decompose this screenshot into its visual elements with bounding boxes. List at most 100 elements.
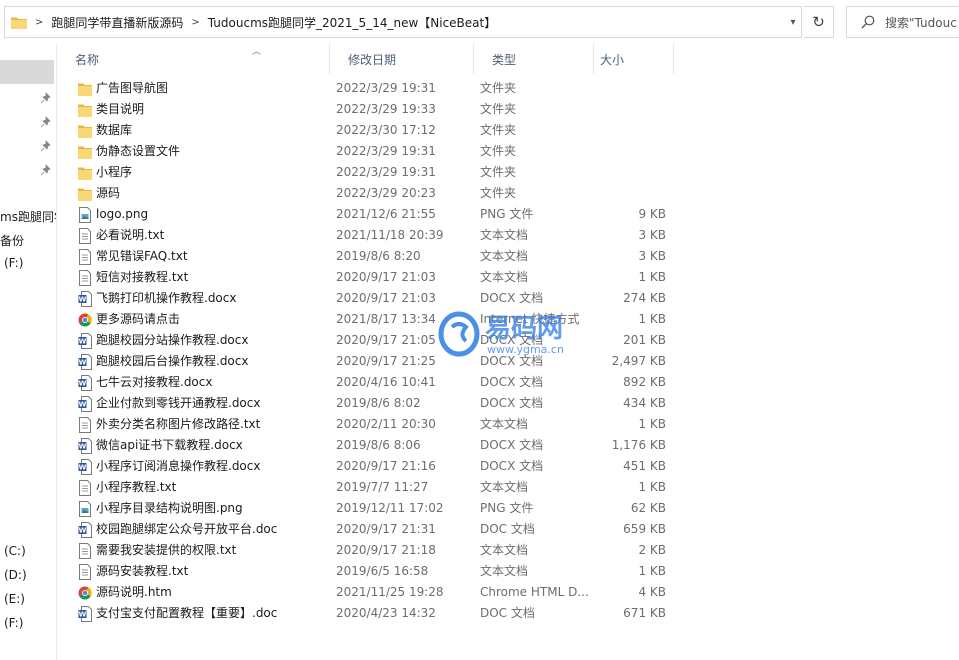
column-header-size[interactable]: 大小	[594, 44, 674, 74]
file-size: 62 KB	[630, 501, 666, 515]
nav-item-backup[interactable]: 备份	[0, 232, 24, 249]
text-file-icon	[79, 270, 91, 286]
nav-item-drive-f2[interactable]: (F:)	[4, 616, 23, 630]
file-type: DOCX 文档	[480, 438, 544, 452]
file-row[interactable]: 源码安装教程.txt 2019/6/5 16:58 文本文档 1 KB	[57, 561, 959, 582]
breadcrumb-item[interactable]: 跑腿同学带直播新版源码	[51, 14, 183, 31]
svg-text:W: W	[79, 380, 87, 388]
nav-item-drive-e[interactable]: (E:)	[4, 592, 25, 606]
file-name[interactable]: 源码安装教程.txt	[96, 561, 188, 582]
refresh-button[interactable]: ↻	[804, 6, 834, 38]
file-row[interactable]: 更多源码请点击 2021/8/17 13:34 Internet 快捷方式 1 KB	[57, 309, 959, 330]
file-size: 659 KB	[623, 522, 666, 536]
file-name[interactable]: 跑腿校园分站操作教程.docx	[96, 330, 248, 351]
file-row[interactable]: 源码说明.htm 2021/11/25 19:28 Chrome HTML D...…	[57, 582, 959, 603]
file-name[interactable]: 必看说明.txt	[96, 225, 164, 246]
file-row[interactable]: W 飞鹅打印机操作教程.docx 2020/9/17 21:03 DOCX 文档 274…	[57, 288, 959, 309]
file-row[interactable]: 类目说明 2022/3/29 19:33 文件夹	[57, 99, 959, 120]
file-row[interactable]: W 校园跑腿绑定公众号开放平台.doc 2020/9/17 21:31 DOC 文档 6…	[57, 519, 959, 540]
nav-item-folder[interactable]: ms跑腿同学	[0, 208, 56, 225]
file-row[interactable]: W 企业付款到零钱开通教程.docx 2019/8/6 8:02 DOCX 文档 434…	[57, 393, 959, 414]
file-size: 9 KB	[638, 207, 666, 221]
pin-icon[interactable]	[40, 140, 52, 152]
chevron-right-icon: >	[35, 16, 44, 28]
file-name[interactable]: 源码说明.htm	[96, 582, 172, 603]
nav-item-drive-c[interactable]: (C:)	[4, 544, 26, 558]
address-row: > 跑腿同学带直播新版源码 > Tudoucms跑腿同学_2021_5_14_n…	[0, 0, 959, 44]
text-file-icon	[79, 228, 91, 244]
svg-text:W: W	[79, 338, 87, 346]
file-name[interactable]: 微信api证书下载教程.docx	[96, 435, 243, 456]
breadcrumb-item[interactable]: Tudoucms跑腿同学_2021_5_14_new【NiceBeat】	[208, 14, 496, 31]
file-row[interactable]: 伪静态设置文件 2022/3/29 19:31 文件夹	[57, 141, 959, 162]
file-row[interactable]: W 微信api证书下载教程.docx 2019/8/6 8:06 DOCX 文档 1,1…	[57, 435, 959, 456]
file-name[interactable]: 支付宝支付配置教程【重要】.doc	[96, 603, 277, 624]
file-row[interactable]: 小程序教程.txt 2019/7/7 11:27 文本文档 1 KB	[57, 477, 959, 498]
column-header-type[interactable]: 类型	[474, 44, 594, 74]
file-type: 文本文档	[480, 564, 529, 578]
file-name[interactable]: 跑腿校园后台操作教程.docx	[96, 351, 248, 372]
file-name[interactable]: 外卖分类名称图片修改路径.txt	[96, 414, 260, 435]
file-row[interactable]: W 跑腿校园后台操作教程.docx 2020/9/17 21:25 DOCX 文档 2,…	[57, 351, 959, 372]
pin-icon[interactable]	[40, 116, 52, 128]
file-name[interactable]: logo.png	[96, 204, 148, 225]
file-date: 2019/6/5 16:58	[336, 564, 429, 578]
file-name[interactable]: 七牛云对接教程.docx	[96, 372, 212, 393]
file-row[interactable]: 常见错误FAQ.txt 2019/8/6 8:20 文本文档 3 KB	[57, 246, 959, 267]
pin-icon[interactable]	[40, 164, 52, 176]
file-name[interactable]: 伪静态设置文件	[96, 141, 180, 162]
file-row[interactable]: W 支付宝支付配置教程【重要】.doc 2020/4/23 14:32 DOC 文档 6…	[57, 603, 959, 624]
file-type: 文件夹	[480, 165, 517, 179]
word-file-icon: W	[78, 291, 92, 307]
column-header-date[interactable]: 修改日期	[330, 44, 474, 74]
column-header-name[interactable]: 名称	[57, 44, 330, 74]
file-name[interactable]: 小程序教程.txt	[96, 477, 176, 498]
file-date: 2019/12/11 17:02	[336, 501, 444, 515]
file-row[interactable]: 外卖分类名称图片修改路径.txt 2020/2/11 20:30 文本文档 1 KB	[57, 414, 959, 435]
file-row[interactable]: 数据库 2022/3/30 17:12 文件夹	[57, 120, 959, 141]
nav-item-selected[interactable]	[0, 60, 54, 84]
chrome-icon	[78, 313, 92, 327]
file-row[interactable]: 源码 2022/3/29 20:23 文件夹	[57, 183, 959, 204]
file-row[interactable]: 必看说明.txt 2021/11/18 20:39 文本文档 3 KB	[57, 225, 959, 246]
file-name[interactable]: 更多源码请点击	[96, 309, 180, 330]
file-type: DOCX 文档	[480, 354, 544, 368]
file-row[interactable]: 需要我安装提供的权限.txt 2020/9/17 21:18 文本文档 2 KB	[57, 540, 959, 561]
file-row[interactable]: W 跑腿校园分站操作教程.docx 2020/9/17 21:05 DOCX 文档 20…	[57, 330, 959, 351]
file-row[interactable]: W 七牛云对接教程.docx 2020/4/16 10:41 DOCX 文档 892 K…	[57, 372, 959, 393]
file-date: 2020/4/16 10:41	[336, 375, 436, 389]
file-type: 文本文档	[480, 543, 529, 557]
file-type: 文本文档	[480, 270, 529, 284]
file-name[interactable]: 源码	[96, 183, 120, 204]
file-name[interactable]: 校园跑腿绑定公众号开放平台.doc	[96, 519, 277, 540]
chevron-down-icon[interactable]: ▾	[782, 6, 804, 38]
file-name[interactable]: 需要我安装提供的权限.txt	[96, 540, 236, 561]
file-row[interactable]: 小程序 2022/3/29 19:31 文件夹	[57, 162, 959, 183]
file-name[interactable]: 小程序	[96, 162, 132, 183]
text-file-icon	[79, 480, 91, 496]
file-row[interactable]: 小程序目录结构说明图.png 2019/12/11 17:02 PNG 文件 62 K…	[57, 498, 959, 519]
file-name[interactable]: 常见错误FAQ.txt	[96, 246, 188, 267]
search-input[interactable]: 搜索"Tudouc	[846, 6, 959, 38]
file-name[interactable]: 企业付款到零钱开通教程.docx	[96, 393, 260, 414]
folder-icon	[11, 17, 27, 29]
file-name[interactable]: 短信对接教程.txt	[96, 267, 188, 288]
file-row[interactable]: 广告图导航图 2022/3/29 19:31 文件夹	[57, 78, 959, 99]
pin-icon[interactable]	[40, 92, 52, 104]
file-name[interactable]: 飞鹅打印机操作教程.docx	[96, 288, 236, 309]
file-size	[594, 183, 666, 204]
nav-item-drive-f[interactable]: (F:)	[4, 256, 23, 270]
file-name[interactable]: 小程序订阅消息操作教程.docx	[96, 456, 260, 477]
file-name[interactable]: 广告图导航图	[96, 78, 168, 99]
file-row[interactable]: W 小程序订阅消息操作教程.docx 2020/9/17 21:16 DOCX 文档 4…	[57, 456, 959, 477]
file-name[interactable]: 小程序目录结构说明图.png	[96, 498, 243, 519]
file-type: DOCX 文档	[480, 375, 544, 389]
file-row[interactable]: 短信对接教程.txt 2020/9/17 21:03 文本文档 1 KB	[57, 267, 959, 288]
address-bar[interactable]: > 跑腿同学带直播新版源码 > Tudoucms跑腿同学_2021_5_14_n…	[4, 6, 802, 38]
file-row[interactable]: logo.png 2021/12/6 21:55 PNG 文件 9 KB	[57, 204, 959, 225]
file-name[interactable]: 数据库	[96, 120, 132, 141]
folder-icon	[78, 125, 92, 138]
file-size: 671 KB	[623, 606, 666, 620]
file-name[interactable]: 类目说明	[96, 99, 144, 120]
nav-item-drive-d[interactable]: (D:)	[4, 568, 27, 582]
